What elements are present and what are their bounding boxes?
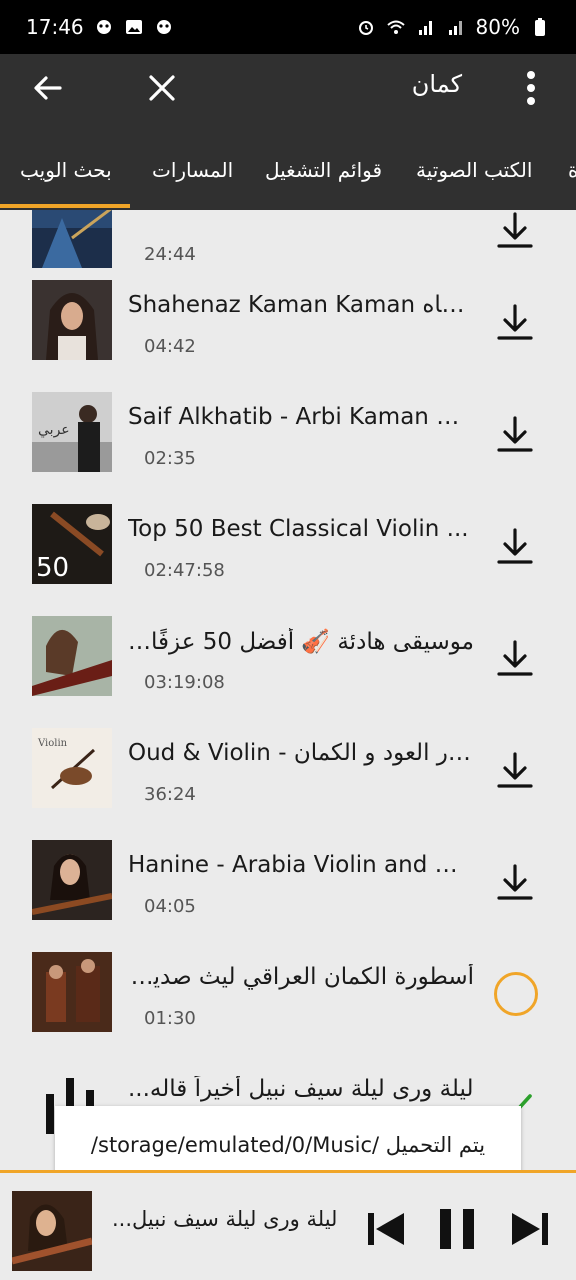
tab-bar: بحث الويب المسارات قوائم التشغيل الكتب ا… [0, 124, 576, 210]
track-duration: 01:30 [144, 1008, 196, 1029]
track-duration: 04:05 [144, 896, 196, 917]
download-icon[interactable] [494, 526, 536, 568]
active-tab-indicator [0, 204, 130, 208]
track-thumbnail [32, 840, 112, 920]
download-icon[interactable] [494, 210, 536, 252]
list-item[interactable]: Violin Oud & Violin - حوار العود و الكما… [0, 728, 576, 840]
tab-partial[interactable]: ة [568, 158, 576, 182]
status-time: 17:46 [26, 15, 84, 39]
track-title: Oud & Violin - حوار العود و الكمان [128, 740, 474, 766]
player-thumbnail [12, 1191, 92, 1271]
close-icon[interactable] [142, 68, 182, 108]
search-query[interactable]: كمان [412, 70, 462, 98]
svg-text:Violin: Violin [37, 738, 68, 749]
battery-icon [535, 18, 545, 36]
download-icon[interactable] [494, 638, 536, 680]
track-thumbnail: عربي [32, 392, 112, 472]
track-thumbnail: 50 [32, 504, 112, 584]
track-thumbnail [32, 952, 112, 1032]
app-notification-icon [96, 20, 111, 34]
track-title: Hanine - Arabia Violin and D... [128, 852, 474, 878]
signal-icon [418, 21, 432, 35]
next-track-icon[interactable] [508, 1207, 552, 1251]
list-item[interactable]: أسطورة الكمان العراقي ليث صديق ... 01:30 [0, 952, 576, 1064]
more-options-icon[interactable] [516, 68, 546, 108]
signal-icon-2 [448, 21, 462, 35]
tab-tracks[interactable]: المسارات [152, 158, 233, 182]
download-icon[interactable] [494, 414, 536, 456]
track-thumbnail [32, 280, 112, 360]
svg-text:عربي: عربي [38, 422, 70, 438]
list-item[interactable]: Shahenaz Kaman Kaman شاه... 04:42 [0, 280, 576, 392]
download-icon[interactable] [494, 302, 536, 344]
loading-spinner-icon [494, 972, 538, 1016]
download-icon[interactable] [494, 750, 536, 792]
back-arrow-icon[interactable] [28, 68, 68, 108]
list-item[interactable]: 50 Top 50 Best Classical Violin ... 02:4… [0, 504, 576, 616]
pause-icon[interactable] [436, 1207, 480, 1251]
list-item[interactable]: موسيقى هادئة 🎻 أفضل 50 عزفًا م... 03:19:… [0, 616, 576, 728]
track-title: Saif Alkhatib - Arbi Kaman ق... [128, 404, 474, 430]
track-title: Top 50 Best Classical Violin ... [128, 516, 469, 542]
mini-player[interactable]: ليلة ورى ليلة سيف نبيل... [0, 1170, 576, 1280]
track-duration: 24:44 [144, 244, 196, 265]
track-thumbnail [32, 616, 112, 696]
track-title: موسيقى هادئة 🎻 أفضل 50 عزفًا م... [128, 629, 474, 655]
track-duration: 03:19:08 [144, 672, 225, 693]
tab-web-search[interactable]: بحث الويب [20, 158, 112, 182]
app-bar: كمان [0, 54, 576, 124]
tab-audiobooks[interactable]: الكتب الصوتية [416, 158, 532, 182]
list-item[interactable]: Hanine - Arabia Violin and D... 04:05 [0, 840, 576, 952]
player-title: ليلة ورى ليلة سيف نبيل... [112, 1207, 338, 1231]
download-icon[interactable] [494, 862, 536, 904]
results-list: 24:44 Shahenaz Kaman Kaman شاه... 04:42 … [0, 210, 576, 1170]
list-item[interactable]: عربي Saif Alkhatib - Arbi Kaman ق... 02:… [0, 392, 576, 504]
track-title: Shahenaz Kaman Kaman شاه... [128, 292, 474, 318]
track-thumbnail [32, 210, 112, 268]
track-thumbnail: Violin [32, 728, 112, 808]
svg-text:50: 50 [36, 553, 69, 583]
wifi-icon [386, 20, 405, 34]
track-duration: 04:42 [144, 336, 196, 357]
app-notification-icon-2 [156, 20, 171, 34]
status-bar: 17:46 80% [0, 0, 576, 54]
alarm-icon [358, 21, 373, 35]
previous-track-icon[interactable] [364, 1207, 408, 1251]
battery-level: 80% [475, 15, 520, 39]
track-duration: 36:24 [144, 784, 196, 805]
track-title: أسطورة الكمان العراقي ليث صديق ... [128, 964, 474, 990]
tab-playlists[interactable]: قوائم التشغيل [265, 158, 382, 182]
track-title: ليلة ورى ليلة سيف نبيل أخيراً قاله... [128, 1076, 474, 1102]
track-duration: 02:47:58 [144, 560, 225, 581]
image-notification-icon [125, 20, 142, 34]
track-duration: 02:35 [144, 448, 196, 469]
